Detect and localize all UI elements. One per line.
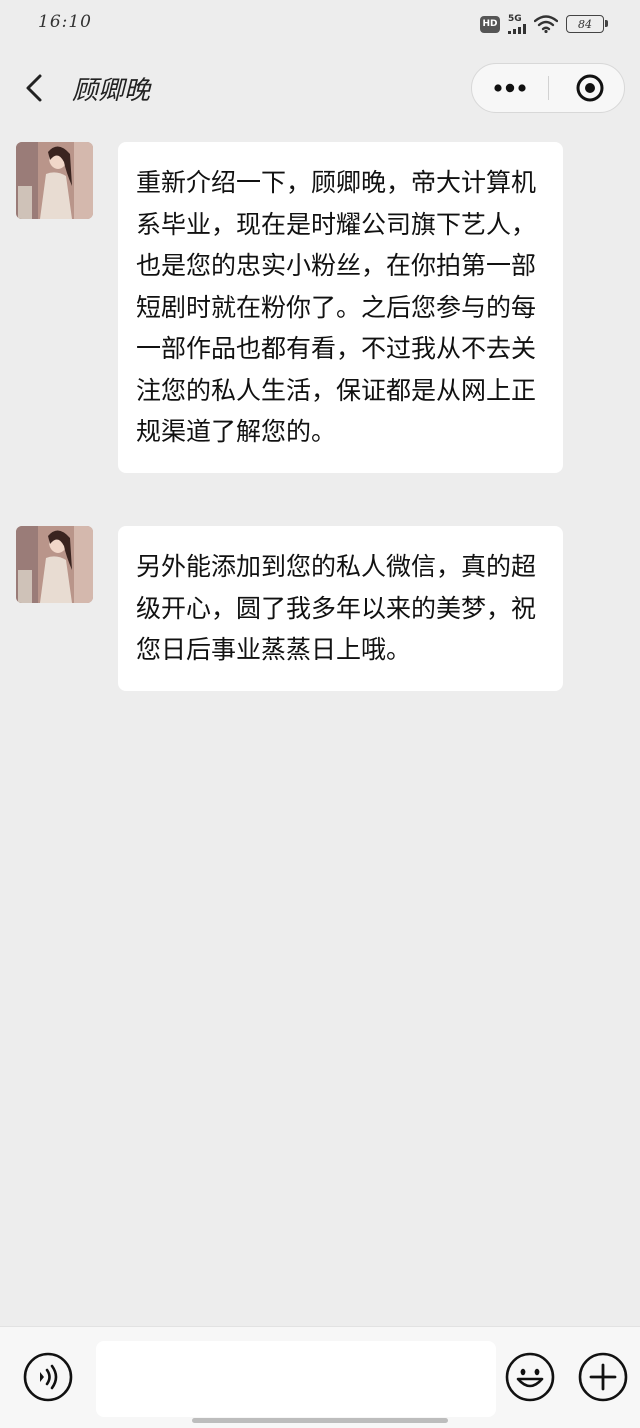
avatar[interactable]	[16, 526, 93, 603]
nav-bar: 顾卿晚	[0, 56, 640, 120]
emoji-button[interactable]	[504, 1351, 556, 1403]
battery-icon: 84	[566, 15, 608, 33]
more-functions-button[interactable]	[577, 1351, 629, 1403]
menu-capsule	[471, 63, 625, 113]
battery-level: 84	[578, 17, 592, 31]
message-bubble[interactable]: 另外能添加到您的私人微信，真的超级开心，圆了我多年以来的美梦，祝您日后事业蒸蒸日…	[118, 526, 563, 691]
target-close-icon	[576, 74, 604, 102]
input-bar	[0, 1326, 640, 1428]
status-bar: 16:10 HD 5G 84	[0, 0, 640, 48]
voice-button[interactable]	[22, 1351, 74, 1403]
network-type: 5G	[508, 13, 522, 24]
capsule-divider	[548, 76, 549, 100]
back-button[interactable]	[20, 72, 52, 104]
status-time: 16:10	[38, 12, 92, 32]
wifi-icon	[534, 15, 558, 33]
status-icons: HD 5G 84	[480, 12, 608, 36]
chat-title: 顾卿晚	[72, 76, 151, 106]
more-button[interactable]	[490, 72, 530, 104]
more-dots-icon	[494, 83, 526, 93]
chevron-left-icon	[26, 74, 42, 102]
message-input[interactable]	[96, 1341, 496, 1417]
hd-icon: HD	[480, 15, 500, 33]
plus-icon	[578, 1352, 628, 1402]
avatar[interactable]	[16, 142, 93, 219]
emoji-icon	[505, 1352, 555, 1402]
close-miniprogram-button[interactable]	[570, 72, 610, 104]
signal-icon: 5G	[508, 13, 526, 34]
voice-icon	[23, 1352, 73, 1402]
message-bubble[interactable]: 重新介绍一下，顾卿晚，帝大计算机系毕业，现在是时耀公司旗下艺人，也是您的忠实小粉…	[118, 142, 563, 473]
home-indicator[interactable]	[192, 1418, 448, 1423]
